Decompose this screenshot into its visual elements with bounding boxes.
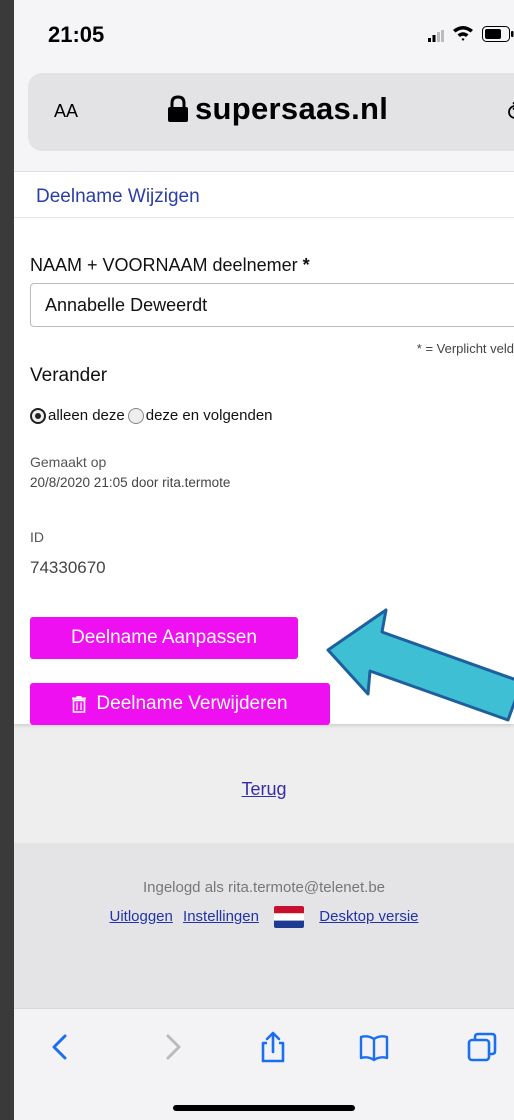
tabs-icon[interactable]	[466, 1031, 498, 1063]
back-icon[interactable]	[44, 1031, 76, 1063]
id-label: ID	[30, 529, 44, 545]
radio-this-and-following-label[interactable]: deze en volgenden	[146, 407, 273, 424]
browser-toolbar	[14, 1008, 514, 1120]
address-bar[interactable]: AA supersaas.nl	[28, 73, 514, 151]
change-scope-radios: alleen deze deze en volgenden	[30, 407, 273, 424]
radio-only-this[interactable]	[30, 407, 46, 424]
bookmarks-icon[interactable]	[358, 1031, 390, 1063]
phone-screen: 21:05 AA supersaas.nl Deelname Wijzigen …	[14, 0, 514, 1120]
edit-booking-link[interactable]: Deelname Wijzigen	[36, 186, 200, 208]
dutch-flag-icon[interactable]	[274, 906, 305, 928]
required-marker: *	[302, 255, 310, 275]
annotation-arrow	[326, 608, 514, 722]
update-booking-label: Deelname Aanpassen	[71, 627, 257, 648]
status-time: 21:05	[48, 22, 105, 47]
forward-icon[interactable]	[157, 1031, 189, 1063]
created-label: Gemaakt op	[30, 454, 107, 470]
share-icon[interactable]	[257, 1031, 289, 1063]
change-label: Verander	[30, 365, 108, 386]
status-bar: 21:05	[14, 0, 514, 62]
back-link[interactable]: Terug	[14, 779, 514, 800]
name-input-value: Annabelle Deweerdt	[45, 295, 208, 315]
reload-icon[interactable]	[504, 101, 514, 123]
id-value: 74330670	[30, 558, 106, 577]
web-content: Deelname Wijzigen NAAM + VOORNAAM deelne…	[14, 171, 514, 1013]
settings-link[interactable]: Instellingen	[183, 908, 259, 925]
home-indicator	[173, 1105, 355, 1111]
domain-label: supersaas.nl	[195, 91, 389, 126]
created-value: 20/8/2020 21:05 door rita.termote	[30, 475, 231, 490]
required-note: * = Verplicht veld	[416, 341, 514, 356]
radio-only-this-label[interactable]: alleen deze	[48, 407, 125, 424]
page-footer: Ingelogd als rita.termote@telenet.be Uit…	[14, 843, 514, 1013]
name-input[interactable]: Annabelle Deweerdt	[30, 283, 514, 327]
wifi-icon	[453, 26, 473, 41]
signal-icon	[428, 30, 444, 42]
text-size-button[interactable]: AA	[54, 101, 78, 122]
name-label: NAAM + VOORNAAM deelnemer *	[30, 255, 310, 275]
page-header: Deelname Wijzigen	[14, 171, 514, 218]
logout-link[interactable]: Uitloggen	[109, 908, 172, 925]
update-booking-button[interactable]: Deelname Aanpassen	[30, 617, 298, 659]
battery-icon	[482, 26, 514, 42]
trash-icon	[72, 695, 87, 713]
delete-booking-label: Deelname Verwijderen	[96, 693, 288, 714]
logged-in-text: Ingelogd als rita.termote@telenet.be	[142, 879, 386, 896]
lock-icon	[168, 95, 188, 122]
radio-this-and-following[interactable]	[127, 407, 144, 424]
delete-booking-button[interactable]: Deelname Verwijderen	[30, 683, 330, 725]
desktop-version-link[interactable]: Desktop versie	[319, 908, 418, 925]
footer-links: Uitloggen Instellingen Desktop versie	[14, 906, 514, 928]
